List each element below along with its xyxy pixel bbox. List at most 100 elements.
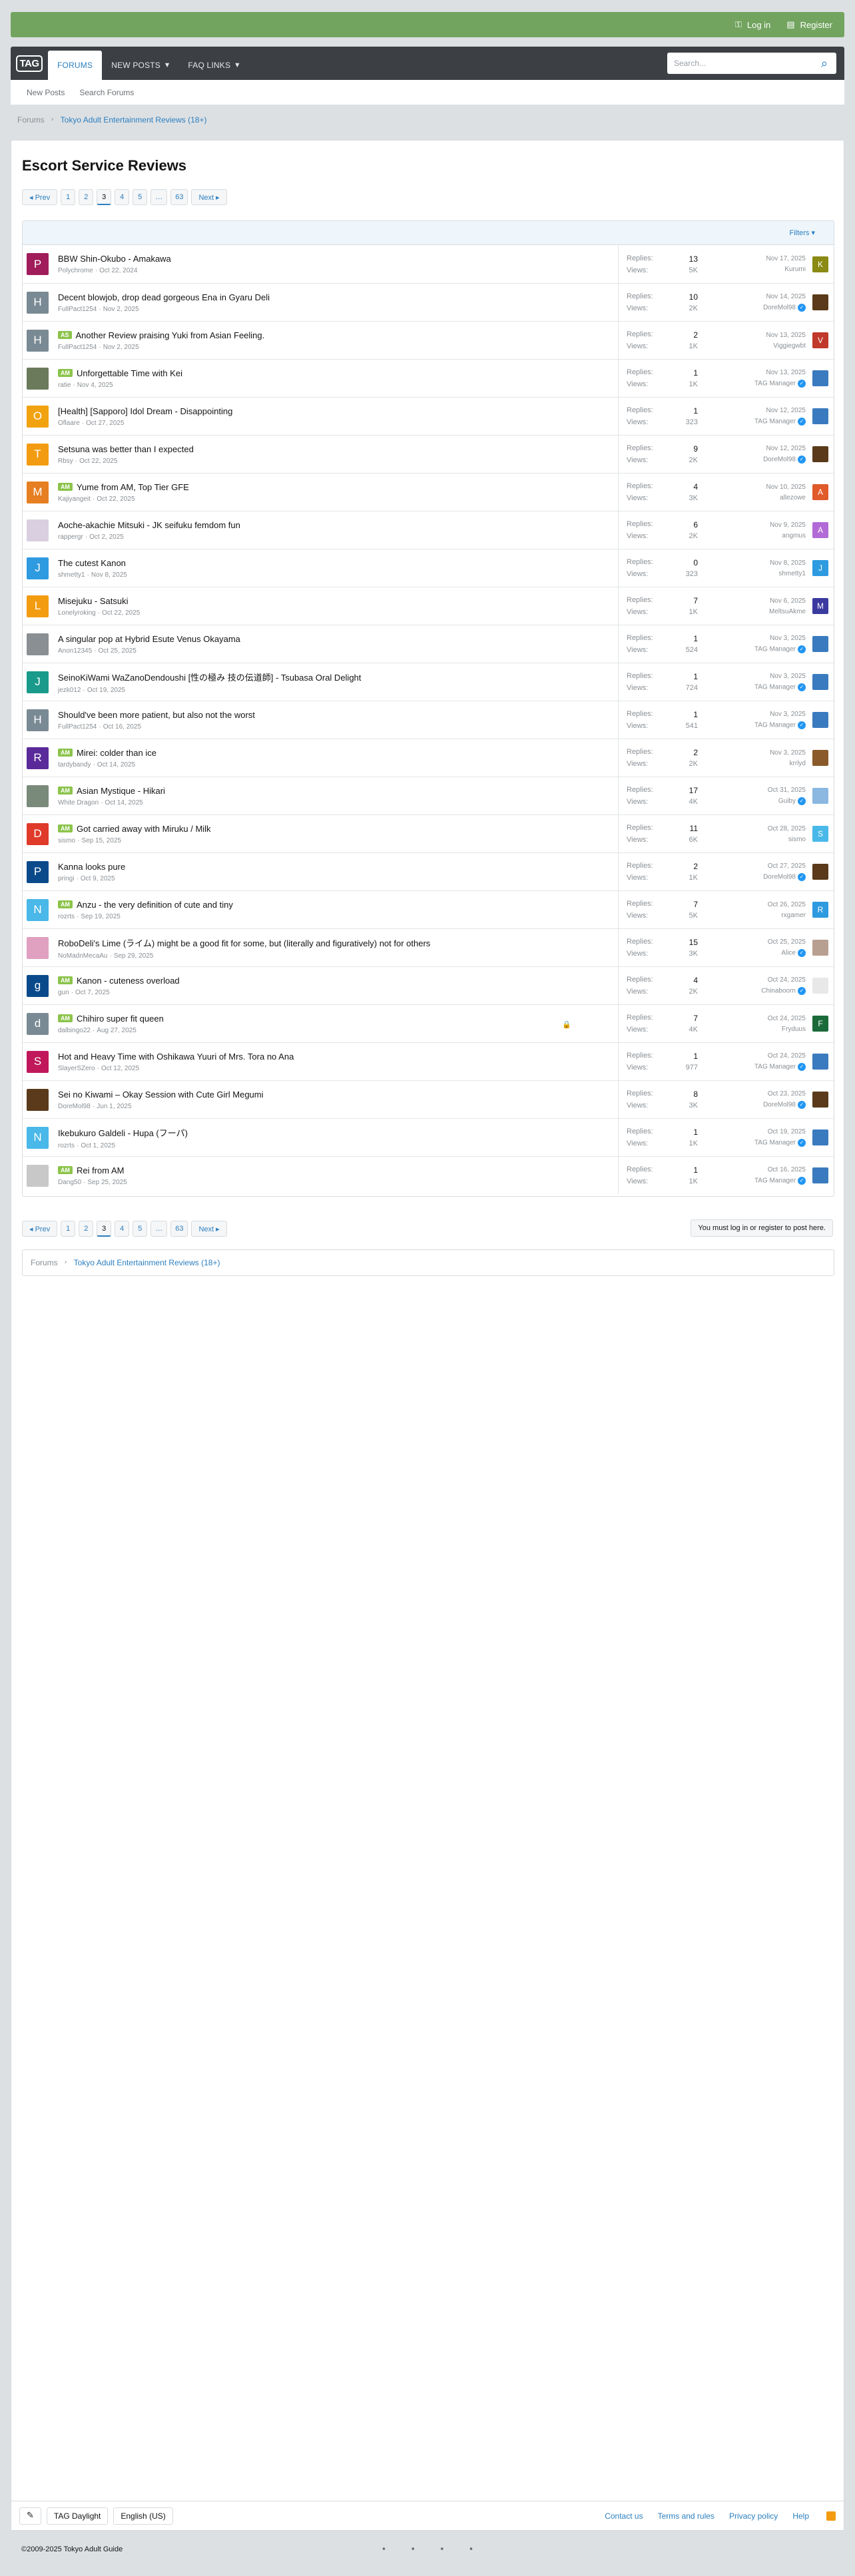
thread-row[interactable]: N AM Anzu - the very definition of cute an…: [23, 890, 834, 928]
thread-title[interactable]: A singular pop at Hybrid Esute Venus Oka…: [58, 634, 240, 644]
avatar[interactable]: J: [27, 557, 49, 579]
page-link[interactable]: 4: [115, 1221, 130, 1237]
avatar[interactable]: [27, 519, 49, 541]
last-post-user[interactable]: shmetty1: [778, 570, 806, 577]
last-post-date[interactable]: Nov 13, 2025: [706, 369, 806, 376]
page-ellipsis[interactable]: …: [150, 189, 168, 205]
thread-start-date[interactable]: Sep 29, 2025: [114, 952, 154, 960]
subnav-new-posts[interactable]: New Posts: [27, 88, 65, 97]
last-post-user[interactable]: Chinaboorn: [761, 988, 796, 995]
avatar[interactable]: R: [27, 747, 49, 769]
last-poster-avatar[interactable]: V: [812, 332, 828, 348]
language-chooser[interactable]: English (US): [113, 2507, 173, 2525]
last-post-date[interactable]: Oct 25, 2025: [706, 938, 806, 946]
last-post-user[interactable]: Fryduus: [782, 1026, 806, 1033]
avatar[interactable]: S: [27, 1050, 49, 1073]
last-post-user[interactable]: Viggiegwbt: [773, 342, 806, 350]
avatar[interactable]: L: [27, 595, 49, 617]
thread-row[interactable]: AM Asian Mystique - Hikari White Dragon · Oc…: [23, 777, 834, 814]
last-poster-avatar[interactable]: S: [812, 826, 828, 842]
last-poster-avatar[interactable]: [812, 750, 828, 766]
tab-forums[interactable]: FORUMS: [48, 51, 103, 80]
last-post-user[interactable]: Alice: [781, 950, 796, 957]
last-poster-avatar[interactable]: K: [812, 256, 828, 272]
last-post-user[interactable]: TAG Manager: [754, 1064, 796, 1071]
last-post-user[interactable]: TAG Manager: [754, 684, 796, 691]
last-post-user[interactable]: DoreMol98: [763, 456, 796, 464]
thread-author[interactable]: FullPact1254: [58, 306, 97, 313]
thread-author[interactable]: tardybandy: [58, 761, 91, 769]
thread-author[interactable]: Dang50: [58, 1179, 81, 1186]
thread-start-date[interactable]: Oct 14, 2025: [97, 761, 135, 769]
thread-author[interactable]: Lonelyroking: [58, 609, 96, 617]
last-poster-avatar[interactable]: [812, 978, 828, 994]
thread-row[interactable]: N Ikebukuro Galdeli - Hupa (フーパ) rozrts · Oc…: [23, 1118, 834, 1156]
search-input[interactable]: Search... ⌕: [667, 53, 836, 74]
last-poster-avatar[interactable]: A: [812, 522, 828, 538]
page-link[interactable]: 5: [133, 189, 148, 205]
footer-link[interactable]: Privacy policy: [729, 2511, 778, 2521]
thread-author[interactable]: FullPact1254: [58, 344, 97, 351]
last-poster-avatar[interactable]: [812, 788, 828, 804]
last-post-date[interactable]: Nov 13, 2025: [706, 332, 806, 339]
thread-title[interactable]: Another Review praising Yuki from Asian …: [76, 330, 265, 340]
page-link[interactable]: 63: [170, 189, 188, 205]
thread-title[interactable]: Asian Mystique - Hikari: [77, 786, 165, 796]
last-poster-avatar[interactable]: [812, 1167, 828, 1183]
last-post-user[interactable]: Guiby: [778, 798, 796, 805]
thread-title[interactable]: Yume from AM, Top Tier GFE: [77, 482, 189, 492]
thread-title[interactable]: Unforgettable Time with Kei: [77, 368, 182, 378]
search-icon[interactable]: ⌕: [812, 53, 836, 74]
rss-icon[interactable]: [826, 2511, 836, 2521]
thread-author[interactable]: jezk012: [58, 687, 81, 694]
last-post-date[interactable]: Oct 26, 2025: [706, 901, 806, 908]
page-link[interactable]: 1: [61, 1221, 76, 1237]
thread-author[interactable]: Rbsy: [58, 458, 73, 465]
last-post-date[interactable]: Oct 24, 2025: [706, 1015, 806, 1022]
thread-title[interactable]: [Health] [Sapporo] Idol Dream - Disappoi…: [58, 406, 232, 416]
last-post-user[interactable]: TAG Manager: [754, 722, 796, 729]
thread-row[interactable]: Aoche-akachie Mitsuki - JK seifuku femdo…: [23, 511, 834, 549]
avatar[interactable]: N: [27, 898, 49, 921]
last-post-date[interactable]: Nov 12, 2025: [706, 407, 806, 414]
last-post-user[interactable]: TAG Manager: [754, 380, 796, 388]
next-button[interactable]: Next ▸: [191, 189, 227, 205]
last-poster-avatar[interactable]: [812, 674, 828, 690]
last-post-user[interactable]: TAG Manager: [754, 418, 796, 426]
prev-button[interactable]: ◂ Prev: [22, 1221, 58, 1237]
thread-row[interactable]: H Should've been more patient, but also n…: [23, 701, 834, 739]
thread-start-date[interactable]: Jun 1, 2025: [97, 1103, 131, 1110]
thread-author[interactable]: rappergr: [58, 533, 83, 541]
last-poster-avatar[interactable]: [812, 446, 828, 462]
last-post-date[interactable]: Nov 8, 2025: [706, 559, 806, 567]
prefix-badge[interactable]: AM: [58, 900, 73, 908]
last-poster-avatar[interactable]: J: [812, 560, 828, 576]
last-post-date[interactable]: Nov 3, 2025: [706, 749, 806, 757]
avatar[interactable]: [27, 367, 49, 390]
last-post-date[interactable]: Nov 10, 2025: [706, 483, 806, 491]
prefix-badge[interactable]: AM: [58, 749, 73, 757]
breadcrumb-current[interactable]: Tokyo Adult Entertainment Reviews (18+): [61, 115, 207, 125]
thread-start-date[interactable]: Oct 7, 2025: [75, 989, 110, 996]
last-poster-avatar[interactable]: [812, 636, 828, 652]
thread-row[interactable]: D AM Got carried away with Miruku / Milk si…: [23, 814, 834, 852]
thread-row[interactable]: S Hot and Heavy Time with Oshikawa Yuuri …: [23, 1042, 834, 1080]
thread-title[interactable]: Ikebukuro Galdeli - Hupa (フーパ): [58, 1126, 188, 1139]
last-post-date[interactable]: Nov 9, 2025: [706, 521, 806, 529]
prefix-badge[interactable]: AM: [58, 824, 73, 832]
thread-title[interactable]: Anzu - the very definition of cute and t…: [77, 900, 233, 910]
thread-title[interactable]: Setsuna was better than I expected: [58, 444, 194, 454]
last-poster-avatar[interactable]: [812, 408, 828, 424]
avatar[interactable]: [27, 1164, 49, 1187]
thread-start-date[interactable]: Oct 22, 2025: [79, 458, 117, 465]
thread-author[interactable]: White Dragon: [58, 799, 99, 806]
thread-title[interactable]: Decent blowjob, drop dead gorgeous Ena i…: [58, 292, 270, 302]
thread-author[interactable]: Kajiyangeit: [58, 495, 91, 503]
thread-start-date[interactable]: Oct 19, 2025: [87, 687, 125, 694]
thread-start-date[interactable]: Sep 19, 2025: [81, 913, 121, 920]
prefix-badge[interactable]: AM: [58, 483, 73, 491]
thread-row[interactable]: P BBW Shin-Okubo - Amakawa Polychrome · Oct …: [23, 245, 834, 283]
avatar[interactable]: [27, 633, 49, 655]
last-post-date[interactable]: Nov 17, 2025: [706, 255, 806, 262]
prefix-badge[interactable]: AM: [58, 1166, 73, 1174]
